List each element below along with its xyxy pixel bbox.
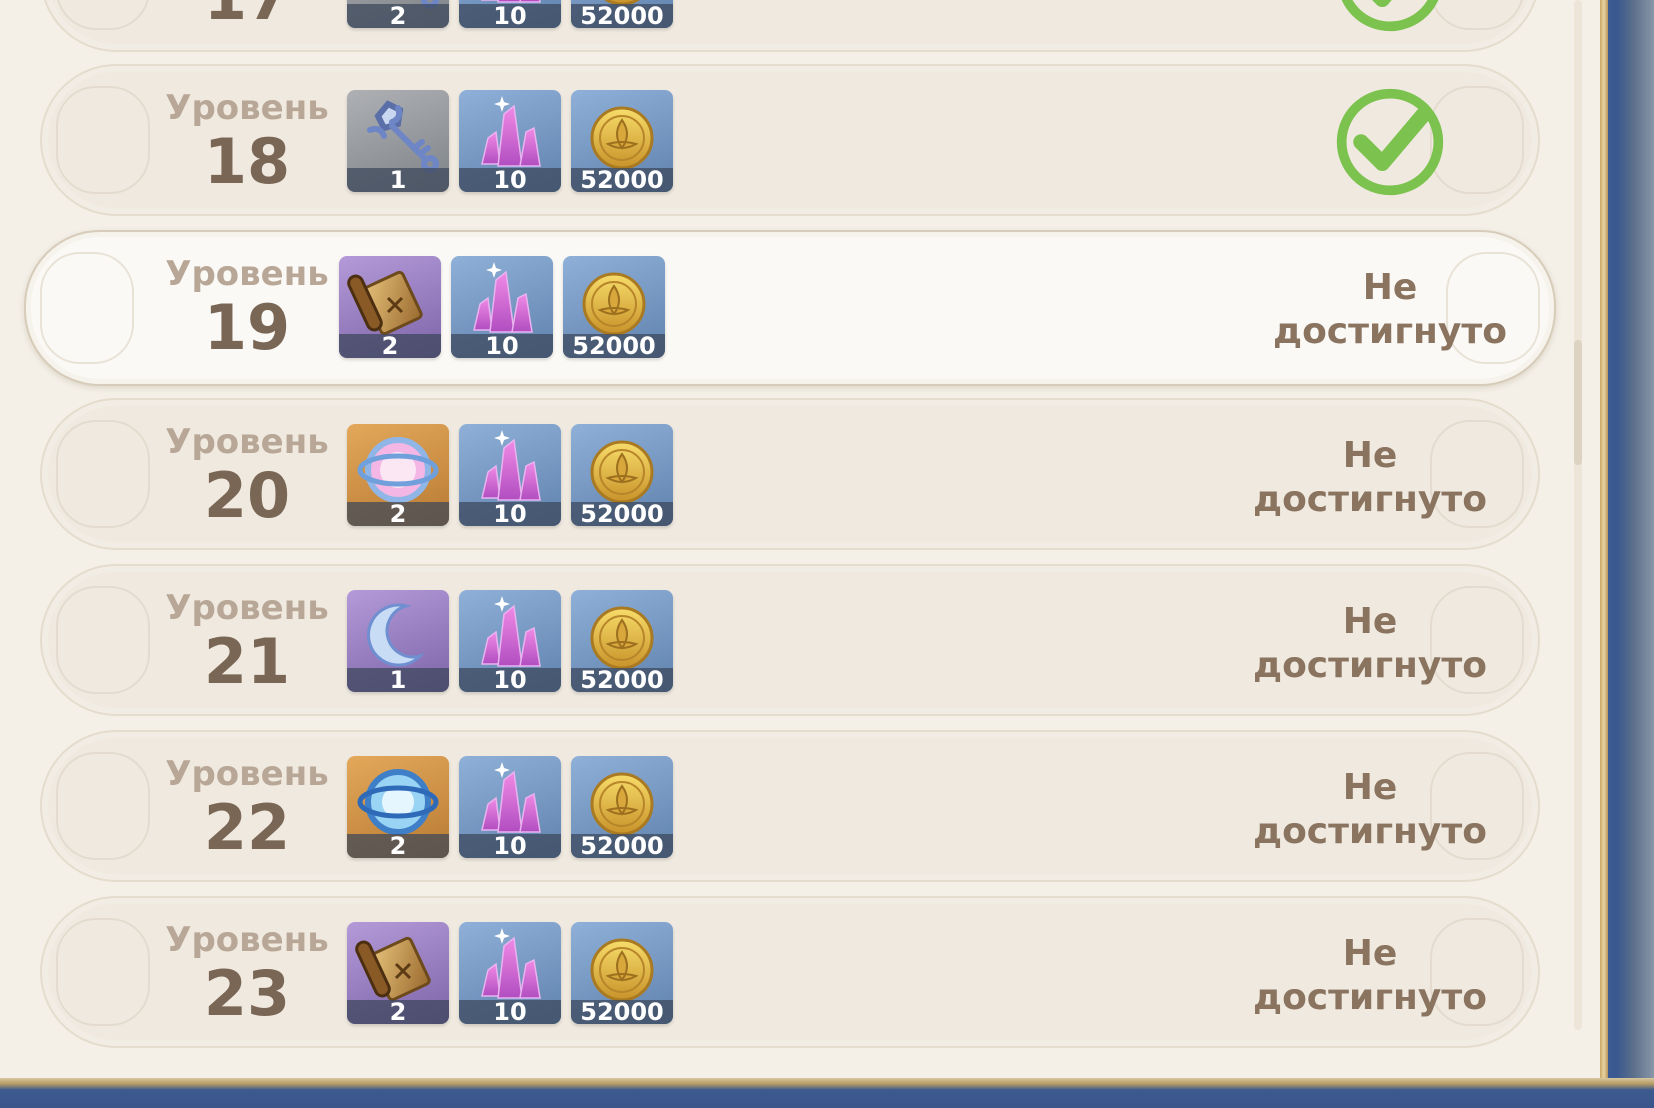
- level-number: 18: [203, 125, 291, 198]
- scrollbar-thumb[interactable]: [1574, 340, 1582, 465]
- item-count: 52000: [571, 502, 673, 526]
- reward-item[interactable]: 52000: [571, 0, 673, 28]
- item-count: 10: [459, 168, 561, 192]
- reward-item[interactable]: 10: [459, 90, 561, 192]
- item-count: 2: [347, 502, 449, 526]
- reward-row-level-18[interactable]: Уровень 18 1 10 52000: [40, 64, 1540, 216]
- reward-item[interactable]: 10: [459, 756, 561, 858]
- level-number: 21: [203, 625, 291, 698]
- level-label: Уровень 22: [122, 754, 372, 862]
- item-count: 1: [347, 668, 449, 692]
- item-count: 52000: [571, 668, 673, 692]
- status-not-reached: Не достигнуто: [1253, 933, 1487, 1018]
- reward-item[interactable]: 52000: [571, 90, 673, 192]
- reward-item[interactable]: 10: [459, 424, 561, 526]
- level-word: Уровень: [165, 422, 329, 462]
- item-count: 10: [459, 834, 561, 858]
- item-count: 52000: [571, 1000, 673, 1024]
- level-word: Уровень: [165, 588, 329, 628]
- level-word: Уровень: [165, 254, 329, 294]
- level-label: Уровень 23: [122, 920, 372, 1028]
- reward-row-level-19[interactable]: Уровень 19 2 10 52000 Не достигнуто: [24, 230, 1556, 386]
- reward-item[interactable]: 1: [347, 590, 449, 692]
- status-not-reached: Не достигнуто: [1253, 435, 1487, 520]
- scrollbar-track[interactable]: [1574, 0, 1582, 1030]
- level-label: Уровень 18: [122, 88, 372, 196]
- item-count: 10: [459, 1000, 561, 1024]
- item-count: 2: [339, 334, 441, 358]
- claimed-check-icon: [1332, 0, 1448, 36]
- level-label: Уровень 21: [122, 588, 372, 696]
- reward-item[interactable]: 52000: [571, 756, 673, 858]
- item-count: 10: [459, 668, 561, 692]
- reward-item[interactable]: 52000: [563, 256, 665, 358]
- reward-item[interactable]: 2: [339, 256, 441, 358]
- item-count: 52000: [571, 4, 673, 28]
- level-number: 20: [203, 459, 291, 532]
- item-count: 2: [347, 1000, 449, 1024]
- reward-row-level-23[interactable]: Уровень 23 2 10 52000 Не достигнуто: [40, 896, 1540, 1048]
- status-not-reached: Не достигнуто: [1273, 267, 1507, 352]
- reward-row-level-17[interactable]: Уровень172 10 52000: [40, 0, 1540, 52]
- reward-item[interactable]: 52000: [571, 590, 673, 692]
- level-number: 19: [203, 291, 291, 364]
- window-frame-bottom: [0, 1078, 1654, 1108]
- status-not-reached: Не достигнуто: [1253, 601, 1487, 686]
- reward-item[interactable]: 1: [347, 90, 449, 192]
- reward-item[interactable]: 10: [459, 922, 561, 1024]
- item-count: 10: [459, 4, 561, 28]
- reward-row-level-21[interactable]: Уровень 21 1 10 52000 Не достигнуто: [40, 564, 1540, 716]
- reward-item[interactable]: 2: [347, 922, 449, 1024]
- level-word: Уровень: [165, 754, 329, 794]
- item-count: 2: [347, 834, 449, 858]
- reward-item[interactable]: 52000: [571, 424, 673, 526]
- reward-item[interactable]: 52000: [571, 922, 673, 1024]
- level-label: Уровень 19: [122, 254, 372, 362]
- item-count: 52000: [563, 334, 665, 358]
- item-count: 52000: [571, 834, 673, 858]
- level-word: Уровень: [165, 920, 329, 960]
- level-number: 17: [122, 0, 372, 32]
- reward-row-level-20[interactable]: Уровень 20 2 10 52000 Не достигнуто: [40, 398, 1540, 550]
- reward-item[interactable]: 2: [347, 424, 449, 526]
- reward-row-level-22[interactable]: Уровень 22 2 10 52000 Не достигнуто: [40, 730, 1540, 882]
- frame-gold-trim: [1600, 0, 1608, 1108]
- level-number: 23: [203, 957, 291, 1030]
- row-ornament-left: [40, 252, 134, 364]
- reward-item[interactable]: 2: [347, 0, 449, 28]
- item-count: 52000: [571, 168, 673, 192]
- item-count: 1: [347, 168, 449, 192]
- window-frame-edge: [1600, 0, 1654, 1108]
- reward-item[interactable]: 2: [347, 756, 449, 858]
- reward-item[interactable]: 10: [451, 256, 553, 358]
- level-word: Уровень: [165, 88, 329, 128]
- reward-item[interactable]: 10: [459, 590, 561, 692]
- item-count: 2: [347, 4, 449, 28]
- level-label: Уровень 20: [122, 422, 372, 530]
- claimed-check-icon: [1332, 84, 1448, 200]
- status-not-reached: Не достигнуто: [1253, 767, 1487, 852]
- level-label: Уровень17: [122, 0, 372, 32]
- item-count: 10: [459, 502, 561, 526]
- level-number: 22: [203, 791, 291, 864]
- reward-item[interactable]: 10: [459, 0, 561, 28]
- item-count: 10: [451, 334, 553, 358]
